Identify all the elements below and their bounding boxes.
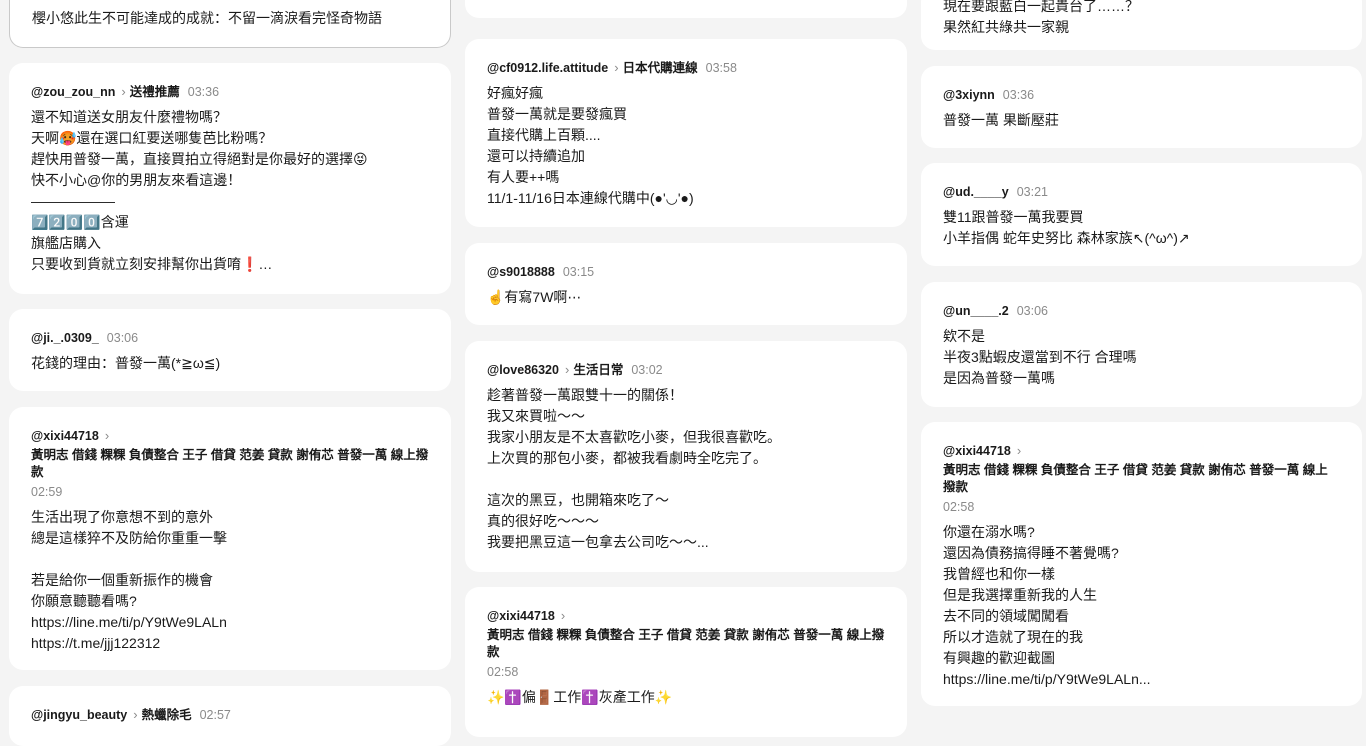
post-header: @xixi44718 ›	[31, 427, 429, 445]
post-card[interactable]: @ud.____y 03:21 雙11跟普發一萬我要買 小羊指偶 蛇年史努比 森林…	[921, 163, 1362, 266]
post-card[interactable]: @xixi44718 › 黃明志 借錢 粿粿 負債整合 王子 借貸 范姜 貸款 謝…	[465, 587, 907, 737]
post-header: @ji._.0309_ 03:06	[31, 329, 429, 347]
post-body: 生活出現了你意想不到的意外 總是這樣猝不及防給你重重一擊 若是給你一個重新振作的…	[31, 509, 227, 651]
topic-tag[interactable]: 黃明志 借錢 粿粿 負債整合 王子 借貸 范姜 貸款 謝侑芯 普發一萬 線上撥款	[943, 462, 1340, 496]
card-partial	[465, 0, 907, 18]
topic-tag[interactable]: 生活日常	[573, 363, 623, 377]
topic-tag[interactable]: 黃明志 借錢 粿粿 負債整合 王子 借貸 范姜 貸款 謝侑芯 普發一萬 線上撥款	[487, 627, 885, 661]
username-link[interactable]: @3xiynn	[943, 88, 995, 102]
post-header: @3xiynn 03:36	[943, 86, 1340, 104]
post-card[interactable]: @s9018888 03:15 ☝️有寫7W啊⋯	[465, 243, 907, 325]
post-header: @s9018888 03:15	[487, 263, 885, 281]
post-body: 欸不是 半夜3點蝦皮還當到不行 合理嗎 是因為普發一萬嗎	[943, 328, 1137, 386]
post-card[interactable]: @zou_zou_nn › 送禮推薦 03:36 還不知道送女朋友什麼禮物嗎？ 天啊🥵…	[9, 63, 451, 294]
topic-tag[interactable]: 送禮推薦	[130, 85, 180, 99]
post-body: 普發一萬 果斷壓莊	[943, 112, 1059, 128]
post-time: 02:58	[487, 665, 519, 679]
post-header: @love86320 › 生活日常 03:02	[487, 361, 885, 379]
post-body: 櫻小悠此生不可能達成的成就：不留一滴淚看完怪奇物語	[32, 10, 382, 26]
post-card[interactable]: @cf0912.life.attitude › 日本代購連線 03:58 好瘋好瘋 普…	[465, 39, 907, 227]
username-link[interactable]: @love86320	[487, 363, 559, 377]
post-body: 現在要跟藍白一起貴台了……？ 果然紅共綠共一家親	[943, 0, 1139, 35]
post-header: @un____.2 03:06	[943, 302, 1340, 320]
username-link[interactable]: @xixi44718	[31, 429, 99, 443]
post-body: 花錢的理由：普發一萬(*≧ω≦)	[31, 355, 221, 371]
post-time: 03:15	[562, 265, 595, 279]
post-card[interactable]: @un____.2 03:06 欸不是 半夜3點蝦皮還當到不行 合理嗎 是因為普發…	[921, 282, 1362, 407]
chevron-right-icon: ›	[560, 608, 566, 623]
post-body: 雙11跟普發一萬我要買 小羊指偶 蛇年史努比 森林家族↖(^ω^)↗	[943, 209, 1190, 246]
post-card[interactable]: 櫻小悠此生不可能達成的成就：不留一滴淚看完怪奇物語	[9, 0, 451, 48]
post-header: @jingyu_beauty › 熱蠟除毛 02:57	[31, 706, 429, 724]
post-body: 趁著普發一萬跟雙十一的關係！ 我又來買啦～～ 我家小朋友是不太喜歡吃小麥，但我很…	[487, 387, 781, 550]
topic-tag[interactable]: 日本代購連線	[623, 61, 698, 75]
chevron-right-icon: ›	[121, 84, 126, 99]
chevron-right-icon: ›	[1016, 443, 1022, 458]
post-time: 03:36	[1002, 88, 1035, 102]
post-header: @ud.____y 03:21	[943, 183, 1340, 201]
chevron-right-icon: ›	[614, 60, 619, 75]
post-header: @xixi44718 ›	[487, 607, 885, 625]
post-body: ☝️有寫7W啊⋯	[487, 289, 582, 305]
username-link[interactable]: @s9018888	[487, 265, 555, 279]
post-card[interactable]: @ji._.0309_ 03:06 花錢的理由：普發一萬(*≧ω≦)	[9, 309, 451, 391]
topic-tag[interactable]: 熱蠟除毛	[142, 708, 192, 722]
post-body: 你還在溺水嗎? 還因為債務搞得睡不著覺嗎? 我曾經也和你一樣 但是我選擇重新我的…	[943, 524, 1151, 687]
post-card[interactable]: @jingyu_beauty › 熱蠟除毛 02:57	[9, 686, 451, 746]
post-card[interactable]: @xixi44718 › 黃明志 借錢 粿粿 負債整合 王子 借貸 范姜 貸款 謝…	[9, 407, 451, 670]
username-link[interactable]: @ji._.0309_	[31, 331, 99, 345]
username-link[interactable]: @cf0912.life.attitude	[487, 61, 608, 75]
username-link[interactable]: @un____.2	[943, 304, 1009, 318]
post-card[interactable]: @3xiynn 03:36 普發一萬 果斷壓莊	[921, 66, 1362, 148]
post-card[interactable]	[465, 0, 907, 18]
post-body: 還不知道送女朋友什麼禮物嗎？ 天啊🥵還在選口紅要送哪隻芭比粉嗎？ 趕快用普發一萬…	[31, 109, 368, 272]
username-link[interactable]: @xixi44718	[487, 609, 555, 623]
post-card[interactable]: @xixi44718 › 黃明志 借錢 粿粿 負債整合 王子 借貸 范姜 貸款 謝…	[921, 422, 1362, 706]
username-link[interactable]: @ud.____y	[943, 185, 1009, 199]
post-body: 好瘋好瘋 普發一萬就是要發瘋買 直接代購上百顆.... 還可以持續追加 有人要+…	[487, 85, 694, 206]
post-time: 02:58	[943, 500, 975, 514]
post-time: 03:06	[1016, 304, 1048, 318]
post-body: ✨✝️偏🚪工作✝️灰產工作✨	[487, 689, 673, 705]
post-time: 03:58	[705, 61, 737, 75]
post-time: 03:02	[631, 363, 663, 377]
topic-tag[interactable]: 黃明志 借錢 粿粿 負債整合 王子 借貸 范姜 貸款 謝侑芯 普發一萬 線上撥款	[31, 447, 429, 481]
post-time: 02:57	[199, 708, 231, 722]
username-link[interactable]: @jingyu_beauty	[31, 708, 127, 722]
chevron-right-icon: ›	[133, 707, 138, 722]
post-card[interactable]: @love86320 › 生活日常 03:02 趁著普發一萬跟雙十一的關係！ 我又來買…	[465, 341, 907, 572]
post-time: 02:59	[31, 485, 63, 499]
post-time: 03:21	[1016, 185, 1048, 199]
username-link[interactable]: @xixi44718	[943, 444, 1011, 458]
post-time: 03:06	[106, 331, 139, 345]
post-card[interactable]: 現在要跟藍白一起貴台了……？ 果然紅共綠共一家親	[921, 0, 1362, 50]
post-header: @cf0912.life.attitude › 日本代購連線 03:58	[487, 59, 885, 77]
chevron-right-icon: ›	[564, 362, 570, 377]
post-header: @zou_zou_nn › 送禮推薦 03:36	[31, 83, 429, 101]
chevron-right-icon: ›	[104, 428, 110, 443]
username-link[interactable]: @zou_zou_nn	[31, 85, 115, 99]
post-header: @xixi44718 ›	[943, 442, 1340, 460]
post-time: 03:36	[187, 85, 220, 99]
